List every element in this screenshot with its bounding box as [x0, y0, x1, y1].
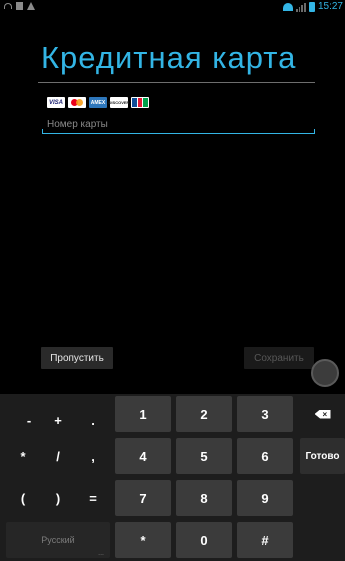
key-7[interactable]: 7 [115, 480, 171, 516]
jcb-logo [131, 97, 149, 108]
key-4[interactable]: 4 [115, 438, 171, 474]
card-number-input[interactable] [42, 116, 315, 134]
key-asterisk[interactable]: * [6, 438, 40, 474]
warning-icon [27, 2, 35, 10]
save-button[interactable]: Сохранить [244, 347, 314, 369]
key-plus[interactable]: + [41, 402, 75, 438]
key-open-paren[interactable]: ( [6, 480, 40, 516]
wifi-icon [282, 3, 293, 11]
key-period[interactable]: . [76, 402, 110, 438]
visa-logo: VISA [47, 97, 65, 108]
clock: 15:27 [317, 1, 343, 12]
status-bar: 15:27 [0, 0, 345, 14]
system-icons: 15:27 [282, 1, 343, 13]
battery-icon [308, 2, 315, 12]
key-star[interactable]: * [115, 522, 171, 558]
key-8[interactable]: 8 [176, 480, 232, 516]
key-5[interactable]: 5 [176, 438, 232, 474]
discover-logo: DISCOVER [109, 97, 129, 108]
language-key[interactable]: Русский [6, 522, 110, 558]
input-edge-right [314, 129, 315, 134]
amex-logo: AMEX [89, 97, 107, 108]
key-1[interactable]: 1 [115, 396, 171, 432]
page-title: Кредитная карта [41, 40, 297, 75]
card-logos: VISA AMEX DISCOVER [47, 97, 149, 108]
key-9[interactable]: 9 [237, 480, 293, 516]
numeric-keyboard: - + . 1 2 3 × * / , 4 5 6 Готово ( ) = 7… [0, 394, 345, 561]
skip-button[interactable]: Пропустить [41, 347, 113, 369]
floating-action-button[interactable] [311, 359, 339, 387]
title-divider [38, 82, 315, 83]
notification-icons [4, 2, 35, 10]
wifi-notification-icon [4, 3, 12, 9]
sd-card-icon [16, 2, 23, 10]
key-0[interactable]: 0 [176, 522, 232, 558]
signal-icon [295, 2, 306, 12]
done-key[interactable]: Готово [300, 438, 345, 474]
key-comma[interactable]: , [76, 438, 110, 474]
key-equals[interactable]: = [76, 480, 110, 516]
key-slash[interactable]: / [41, 438, 75, 474]
input-edge-left [42, 129, 43, 134]
key-6[interactable]: 6 [237, 438, 293, 474]
mastercard-logo [68, 97, 86, 108]
backspace-icon: × [314, 409, 331, 419]
key-hash[interactable]: # [237, 522, 293, 558]
key-close-paren[interactable]: ) [41, 480, 75, 516]
key-2[interactable]: 2 [176, 396, 232, 432]
key-3[interactable]: 3 [237, 396, 293, 432]
backspace-key[interactable]: × [300, 396, 345, 432]
